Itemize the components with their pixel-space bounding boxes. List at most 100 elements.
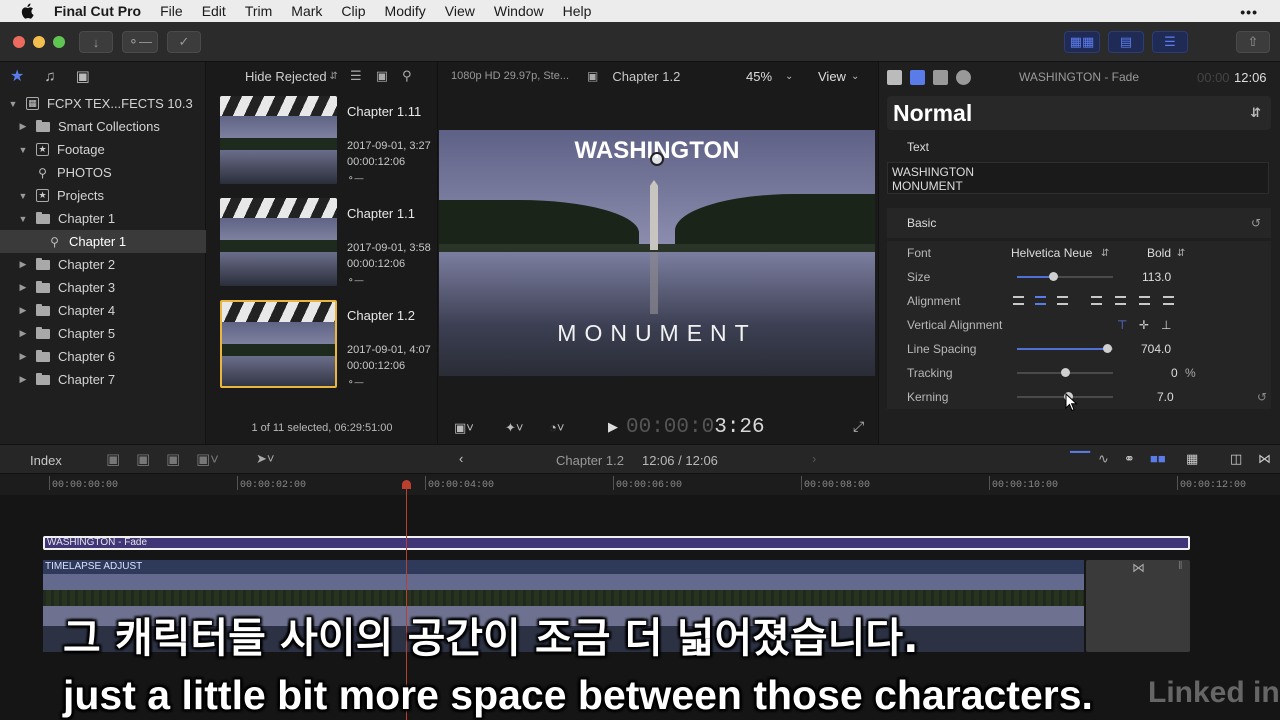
title-text-bottom[interactable]: MONUMENT xyxy=(439,320,875,347)
font-dropdown[interactable]: Helvetica Neue xyxy=(1011,246,1092,260)
library-row[interactable]: ▶ Chapter 6 xyxy=(0,345,206,368)
library-row[interactable]: ⚲ Chapter 1 xyxy=(0,230,206,253)
clip-title[interactable]: Chapter 1.1 xyxy=(347,206,415,221)
clip-thumbnail[interactable] xyxy=(220,300,337,388)
menu-app[interactable]: Final Cut Pro xyxy=(54,3,141,19)
retime-icon[interactable]: ◔˅ xyxy=(549,420,564,435)
kerning-reset-icon[interactable]: ↺ xyxy=(1257,390,1267,404)
photos-audio-icon[interactable]: ♫ xyxy=(44,68,55,85)
audio-skimming-icon[interactable]: ∿ xyxy=(1098,451,1109,467)
disclosure-closed-icon[interactable]: ▶ xyxy=(18,305,28,316)
basic-section-header[interactable]: Basic ↺ xyxy=(887,208,1271,238)
append-clip-icon[interactable]: ▣ xyxy=(166,450,180,468)
disclosure-closed-icon[interactable]: ▶ xyxy=(18,374,28,385)
select-tool-icon[interactable]: ➤˅ xyxy=(256,451,274,467)
keyword-button[interactable]: ⚬— xyxy=(122,31,158,53)
insert-clip-icon[interactable]: ▣ xyxy=(136,450,150,468)
menu-window[interactable]: Window xyxy=(494,3,544,19)
library-row[interactable]: ▶ Chapter 4 xyxy=(0,299,206,322)
tracking-value[interactable]: 0 xyxy=(1171,366,1178,380)
kerning-value[interactable]: 7.0 xyxy=(1157,390,1174,404)
library-row[interactable]: ▼ ★ Footage xyxy=(0,138,206,161)
share-button[interactable]: ⇧ xyxy=(1236,31,1270,53)
disclosure-open-icon[interactable]: ▼ xyxy=(18,191,28,201)
size-slider[interactable] xyxy=(1017,272,1113,281)
snapping-icon[interactable]: ■■ xyxy=(1150,451,1166,466)
show-inspector-button[interactable]: ☰ xyxy=(1152,31,1188,53)
connect-clip-icon[interactable]: ▣ xyxy=(106,450,120,468)
playhead-handle[interactable] xyxy=(402,480,411,489)
libraries-clapper-icon[interactable]: ★ xyxy=(10,66,24,86)
library-row[interactable]: ⚲ PHOTOS xyxy=(0,161,206,184)
disclosure-closed-icon[interactable]: ▶ xyxy=(18,121,28,132)
menu-trim[interactable]: Trim xyxy=(245,3,272,19)
library-row[interactable]: ▶ Chapter 7 xyxy=(0,368,206,391)
valign-middle-icon[interactable]: ✛ xyxy=(1139,318,1149,332)
info-inspector-icon[interactable] xyxy=(956,69,971,85)
menu-modify[interactable]: Modify xyxy=(385,3,426,19)
menu-edit[interactable]: Edit xyxy=(202,3,226,19)
text-field[interactable]: WASHINGTON MONUMENT xyxy=(887,162,1269,194)
align-right-icon[interactable] xyxy=(1057,296,1068,305)
video-inspector-icon[interactable] xyxy=(933,69,948,85)
hide-rejected-dropdown[interactable]: Hide Rejected xyxy=(245,69,327,84)
weight-dropdown[interactable]: Bold xyxy=(1147,246,1171,260)
tracking-slider[interactable] xyxy=(1017,368,1113,377)
title-inspector-icon[interactable] xyxy=(887,69,902,85)
timeline-ruler[interactable]: 00:00:00:00 00:00:02:00 00:00:04:00 00:0… xyxy=(0,475,1280,495)
preset-dropdown[interactable]: Normal ⇵ xyxy=(887,96,1271,130)
menu-view[interactable]: View xyxy=(445,3,475,19)
line-spacing-slider[interactable] xyxy=(1017,344,1113,353)
titles-generators-icon[interactable]: ▣ xyxy=(76,67,90,85)
search-icon[interactable]: ⚲ xyxy=(402,68,412,84)
fullscreen-icon[interactable]: ⤢ xyxy=(853,418,864,435)
justify-right-icon[interactable] xyxy=(1139,296,1150,305)
menu-file[interactable]: File xyxy=(160,3,183,19)
disclosure-closed-icon[interactable]: ▶ xyxy=(18,328,28,339)
import-button[interactable]: ↓ xyxy=(79,31,113,53)
headphones-icon[interactable]: ⚭ xyxy=(1124,451,1135,467)
clip-thumbnail[interactable] xyxy=(220,198,337,286)
video-frame[interactable]: WASHINGTON MONUMENT xyxy=(439,130,875,376)
transitions-browser-icon[interactable]: ⋈ xyxy=(1258,451,1271,467)
skimming-icon[interactable]: ▔▔ xyxy=(1070,451,1090,467)
justify-center-icon[interactable] xyxy=(1115,296,1126,305)
disclosure-open-icon[interactable]: ▼ xyxy=(8,99,18,109)
minimize-window-button[interactable] xyxy=(33,36,45,48)
valign-bottom-icon[interactable]: ⊥ xyxy=(1161,318,1171,332)
enhancements-icon[interactable]: ✦˅ xyxy=(505,420,523,436)
reset-icon[interactable]: ↺ xyxy=(1251,216,1261,230)
zoom-dropdown[interactable]: 45% xyxy=(746,69,772,84)
effects-browser-icon[interactable]: ◫ xyxy=(1230,451,1242,467)
justify-full-icon[interactable] xyxy=(1163,296,1174,305)
disclosure-open-icon[interactable]: ▼ xyxy=(18,214,28,224)
library-row[interactable]: ▶ Chapter 2 xyxy=(0,253,206,276)
title-clip[interactable]: WASHINGTON - Fade xyxy=(43,536,1190,550)
library-row[interactable]: ▶ Chapter 5 xyxy=(0,322,206,345)
clip-title[interactable]: Chapter 1.11 xyxy=(347,104,421,119)
overwrite-clip-icon[interactable]: ▣˅ xyxy=(196,450,219,468)
justify-left-icon[interactable] xyxy=(1091,296,1102,305)
transform-handle-icon[interactable] xyxy=(650,152,664,166)
align-left-icon[interactable] xyxy=(1013,296,1024,305)
library-row[interactable]: ▶ Chapter 3 xyxy=(0,276,206,299)
clip-thumbnail[interactable] xyxy=(220,96,337,184)
menu-mark[interactable]: Mark xyxy=(291,3,322,19)
list-view-icon[interactable]: ☰ xyxy=(350,68,362,84)
menu-help[interactable]: Help xyxy=(563,3,592,19)
library-row[interactable]: ▼ ★ Projects xyxy=(0,184,206,207)
timeline-index-button[interactable]: Index xyxy=(30,453,62,468)
size-value[interactable]: 113.0 xyxy=(1142,270,1171,284)
show-browser-button[interactable]: ▦▦ xyxy=(1064,31,1100,53)
menu-extras-icon[interactable]: ••• xyxy=(1240,4,1258,20)
disclosure-closed-icon[interactable]: ▶ xyxy=(18,351,28,362)
close-window-button[interactable] xyxy=(13,36,25,48)
filmstrip-view-icon[interactable]: ▣ xyxy=(376,68,388,84)
apple-icon[interactable] xyxy=(18,3,36,19)
disclosure-closed-icon[interactable]: ▶ xyxy=(18,259,28,270)
text-inspector-icon[interactable] xyxy=(910,69,925,85)
view-dropdown[interactable]: View xyxy=(818,69,846,84)
library-row[interactable]: ▼ Chapter 1 xyxy=(0,207,206,230)
clip-title[interactable]: Chapter 1.2 xyxy=(347,308,415,323)
zoom-window-button[interactable] xyxy=(53,36,65,48)
